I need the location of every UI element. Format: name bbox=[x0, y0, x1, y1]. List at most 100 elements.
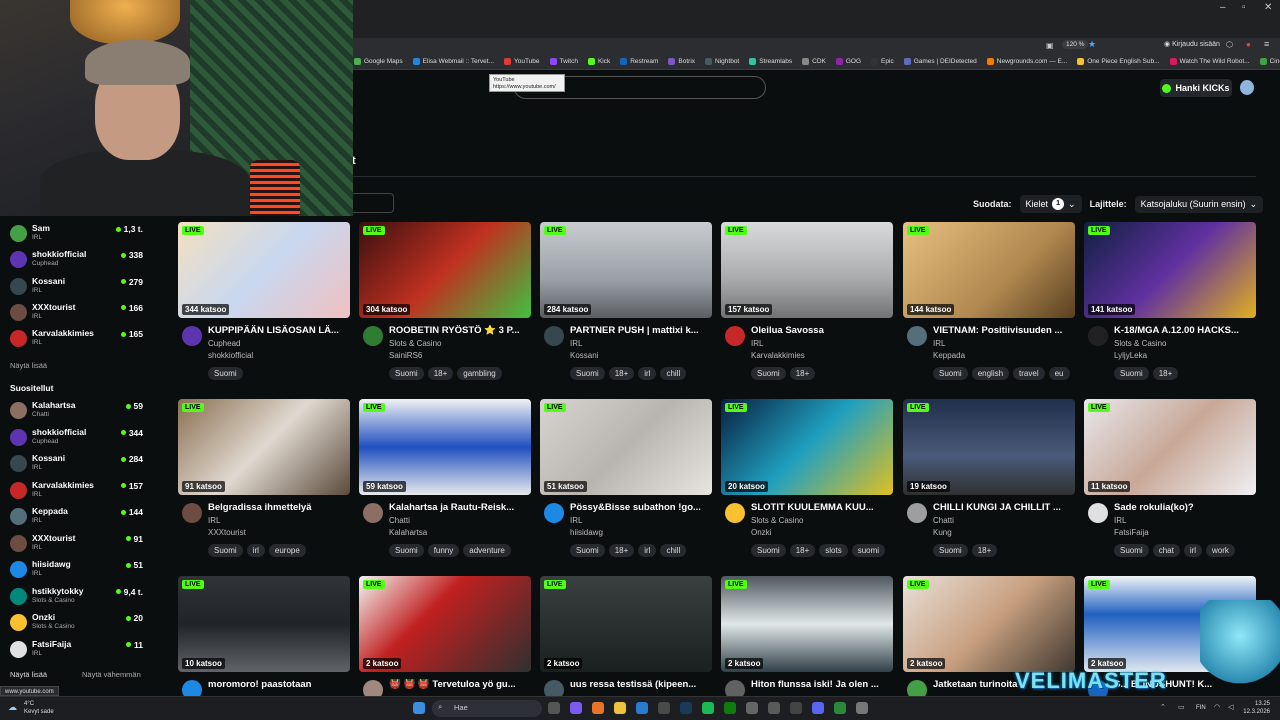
app-icon[interactable] bbox=[570, 702, 582, 714]
tag-chip[interactable]: europe bbox=[268, 544, 306, 557]
channel-avatar[interactable] bbox=[544, 326, 564, 346]
stream-card[interactable]: LIVE 304 katsoo ROOBETIN RYÖSTÖ ⭐ 3 P... Sl… bbox=[359, 222, 531, 394]
clock[interactable]: 13.25 12.3.2026 bbox=[1243, 700, 1270, 716]
sidebar-channel[interactable]: Kalahartsa Chatti 59 bbox=[10, 399, 146, 421]
tag-chip[interactable]: Suomi bbox=[570, 367, 605, 380]
taskbar-search[interactable]: ⌕ Hae bbox=[432, 700, 542, 717]
discord-icon[interactable] bbox=[812, 702, 824, 714]
channel-avatar[interactable] bbox=[544, 503, 564, 523]
stream-category[interactable]: Chatti bbox=[389, 516, 410, 525]
channel-avatar[interactable] bbox=[907, 503, 927, 523]
tray-chevron-icon[interactable]: ⌃ bbox=[1160, 703, 1166, 711]
channel-avatar[interactable] bbox=[1088, 326, 1108, 346]
bookmark-item[interactable]: GOG bbox=[835, 58, 861, 65]
sidebar-channel[interactable]: shokkiofficial Cuphead 344 bbox=[10, 426, 146, 448]
sidebar-channel[interactable]: Kossani IRL 284 bbox=[10, 452, 146, 474]
sidebar-channel[interactable]: Karvalakkimies IRL 165 bbox=[10, 327, 146, 349]
tag-chip[interactable]: Suomi bbox=[933, 544, 968, 557]
weather-widget[interactable]: 4°C Kevyt sade bbox=[24, 700, 54, 716]
bookmark-item[interactable]: YouTube bbox=[503, 58, 540, 65]
extensions-icon[interactable]: ⬡ bbox=[1226, 40, 1233, 49]
channel-avatar[interactable] bbox=[1088, 503, 1108, 523]
firefox-icon[interactable] bbox=[592, 702, 604, 714]
tag-chip[interactable]: chill bbox=[660, 367, 687, 380]
tag-chip[interactable]: 18+ bbox=[789, 544, 816, 557]
show-more-button[interactable]: Näytä lisää bbox=[10, 670, 47, 679]
stream-owner[interactable]: XXXtourist bbox=[208, 528, 246, 537]
sidebar-channel[interactable]: shokkiofficial Cuphead 338 bbox=[10, 248, 146, 270]
stream-title[interactable]: uus ressa testissä (kipeen... bbox=[570, 679, 710, 690]
bookmark-item[interactable]: Newgrounds.com — E... bbox=[986, 58, 1067, 65]
bookmark-item[interactable]: Restream bbox=[620, 58, 658, 65]
stream-card[interactable]: LIVE 19 katsoo CHILLI KUNGI JA CHILLIT ...… bbox=[903, 399, 1075, 571]
sort-dropdown[interactable]: Katsojaluku (Suurin ensin) ⌄ bbox=[1134, 195, 1264, 213]
bookmark-item[interactable]: Watch The Wild Robot... bbox=[1169, 58, 1250, 65]
tag-chip[interactable]: english bbox=[971, 367, 1010, 380]
bookmark-item[interactable]: One Piece English Sub... bbox=[1077, 58, 1160, 65]
stream-card[interactable]: LIVE 344 katsoo KUPPIPÄÄN LISÄOSAN LÄ... Cu… bbox=[178, 222, 350, 394]
stream-title[interactable]: KUPPIPÄÄN LISÄOSAN LÄ... bbox=[208, 325, 348, 336]
stream-title[interactable]: SLOTIT KUULEMMA KUU... bbox=[751, 502, 891, 513]
stream-card[interactable]: LIVE 11 katsoo Sade rokulia(ko)? IRL FatsiFa… bbox=[1084, 399, 1256, 571]
stream-owner[interactable]: hiisidawg bbox=[570, 528, 603, 537]
sidebar-channel[interactable]: Karvalakkimies IRL 157 bbox=[10, 479, 146, 501]
stream-title[interactable]: PARTNER PUSH | mattixi k... bbox=[570, 325, 710, 336]
stream-owner[interactable]: shokkiofficial bbox=[208, 351, 253, 360]
zoom-level[interactable]: 120 % bbox=[1062, 40, 1089, 49]
channel-avatar[interactable] bbox=[182, 503, 202, 523]
user-avatar[interactable] bbox=[1240, 80, 1254, 95]
close-icon[interactable]: ✕ bbox=[1264, 2, 1272, 13]
tag-chip[interactable]: Suomi bbox=[208, 544, 243, 557]
stream-title[interactable]: VIETNAM: Positiivisuuden ... bbox=[933, 325, 1073, 336]
tag-chip[interactable]: 18+ bbox=[608, 544, 635, 557]
tag-chip[interactable]: slots bbox=[819, 544, 848, 557]
tag-chip[interactable]: 18+ bbox=[608, 367, 635, 380]
tag-chip[interactable]: irl bbox=[246, 544, 265, 557]
tag-chip[interactable]: 18+ bbox=[971, 544, 998, 557]
tag-chip[interactable]: Suomi bbox=[1114, 367, 1149, 380]
stream-category[interactable]: Chatti bbox=[933, 516, 954, 525]
stream-owner[interactable]: Onzki bbox=[751, 528, 771, 537]
stream-title[interactable]: 👹 👹 👹 Tervetuloa yö gu... bbox=[389, 679, 529, 690]
stream-title[interactable]: moromoro! paastotaan bbox=[208, 679, 348, 690]
stream-category[interactable]: IRL bbox=[570, 339, 582, 348]
stream-card[interactable]: LIVE 91 katsoo Belgradissa ihmettelyä IRL XX… bbox=[178, 399, 350, 571]
app-icon[interactable] bbox=[834, 702, 846, 714]
tag-chip[interactable]: adventure bbox=[463, 544, 511, 557]
app-icon[interactable] bbox=[768, 702, 780, 714]
notification-icon[interactable]: ● bbox=[1246, 40, 1251, 49]
stream-card[interactable]: LIVE 2 katsoo Hiton flunssa iski! Ja olen … bbox=[721, 576, 893, 700]
files-icon[interactable] bbox=[614, 702, 626, 714]
tag-chip[interactable]: Suomi bbox=[570, 544, 605, 557]
taskview-icon[interactable] bbox=[548, 702, 560, 714]
stream-owner[interactable]: Kossani bbox=[570, 351, 598, 360]
stream-title[interactable]: Belgradissa ihmettelyä bbox=[208, 502, 348, 513]
stream-card[interactable]: LIVE 157 katsoo Oleilua Savossa IRL Karvalak… bbox=[721, 222, 893, 394]
obs-icon[interactable] bbox=[658, 702, 670, 714]
stream-card[interactable]: LIVE 10 katsoo moromoro! paastotaan bbox=[178, 576, 350, 700]
channel-avatar[interactable] bbox=[725, 503, 745, 523]
tag-chip[interactable]: gambling bbox=[457, 367, 502, 380]
stream-category[interactable]: Slots & Casino bbox=[751, 516, 803, 525]
bookmark-item[interactable]: Kick bbox=[587, 58, 610, 65]
stream-category[interactable]: IRL bbox=[933, 339, 945, 348]
stream-title[interactable]: Kalahartsa ja Rautu-Reisk... bbox=[389, 502, 529, 513]
maximize-icon[interactable]: ▫ bbox=[1242, 2, 1246, 13]
tag-chip[interactable]: Suomi bbox=[208, 367, 243, 380]
stream-category[interactable]: IRL bbox=[570, 516, 582, 525]
spotify-icon[interactable] bbox=[702, 702, 714, 714]
start-icon[interactable] bbox=[413, 702, 425, 714]
tag-chip[interactable]: funny bbox=[427, 544, 460, 557]
stream-title[interactable]: CHILLI KUNGI JA CHILLIT ... bbox=[933, 502, 1073, 513]
sidebar-channel[interactable]: Keppada IRL 144 bbox=[10, 505, 146, 527]
stream-category[interactable]: IRL bbox=[208, 516, 220, 525]
app-icon[interactable] bbox=[636, 702, 648, 714]
stream-title[interactable]: ROOBETIN RYÖSTÖ ⭐ 3 P... bbox=[389, 325, 529, 336]
stream-card[interactable]: LIVE 2 katsoo 👹 👹 👹 Tervetuloa yö gu... bbox=[359, 576, 531, 700]
tag-chip[interactable]: Suomi bbox=[933, 367, 968, 380]
tag-chip[interactable]: Suomi bbox=[751, 367, 786, 380]
stream-category[interactable]: IRL bbox=[1114, 516, 1126, 525]
signin-button[interactable]: ◉ Kirjaudu sisään bbox=[1164, 40, 1220, 48]
app-icon[interactable] bbox=[790, 702, 802, 714]
tag-chip[interactable]: irl bbox=[1183, 544, 1203, 557]
